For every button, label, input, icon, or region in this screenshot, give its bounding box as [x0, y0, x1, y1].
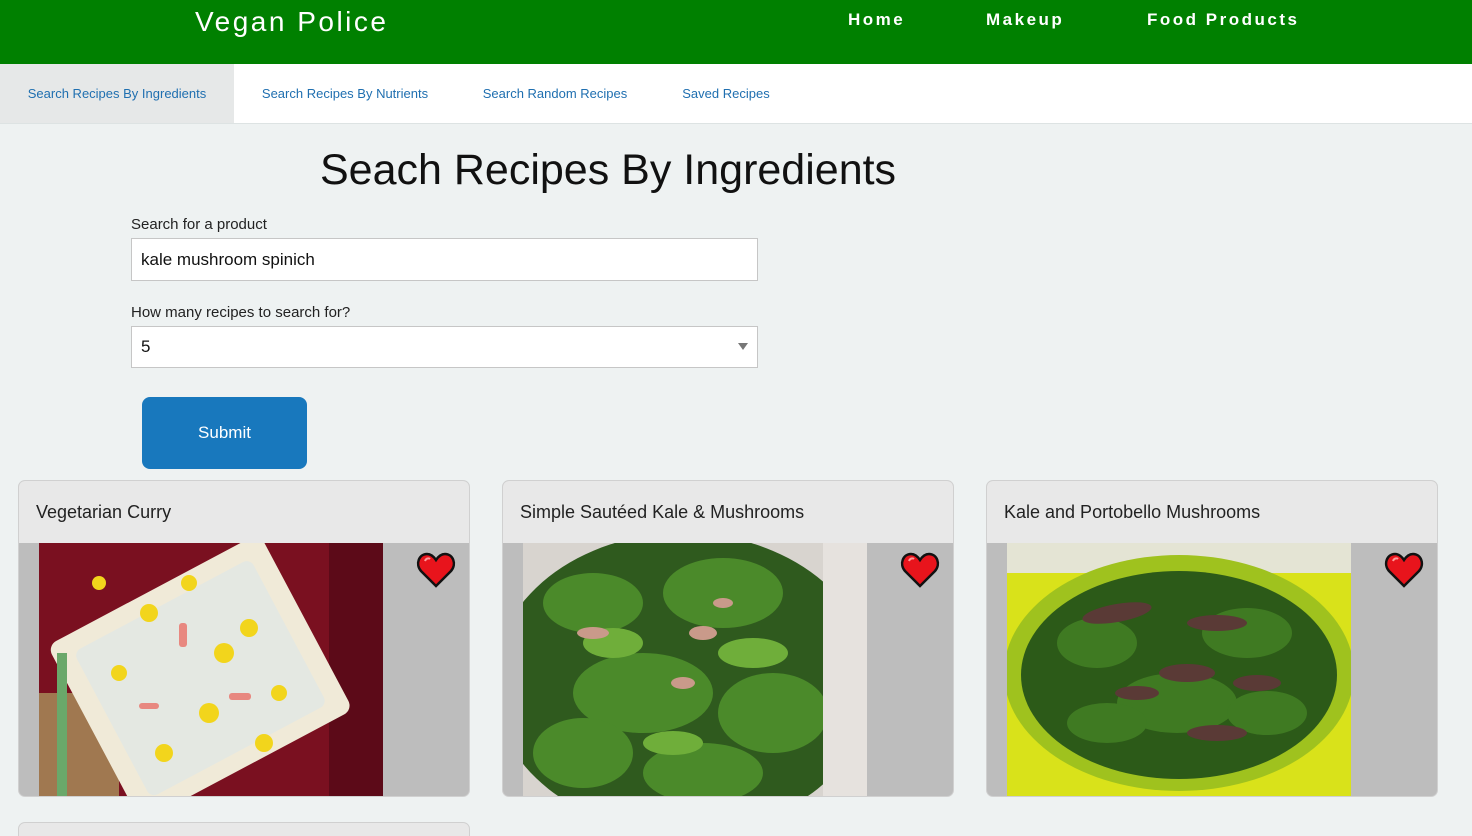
nav-home-link[interactable]: Home: [848, 10, 905, 30]
recipe-tabs: Search Recipes By Ingredients Search Rec…: [0, 64, 1472, 124]
page-title: Seach Recipes By Ingredients: [320, 146, 897, 194]
tab-search-random-recipes[interactable]: Search Random Recipes: [466, 64, 644, 123]
recipe-card-header: Vegetarian Curry: [19, 481, 469, 543]
nav-food-products-link[interactable]: Food Products: [1147, 10, 1299, 30]
top-navbar: Vegan Police Home Makeup Food Products: [0, 0, 1472, 64]
recipe-image: [523, 543, 867, 796]
recipe-image: [39, 543, 383, 796]
recipe-title: Kale and Portobello Mushrooms: [1004, 502, 1261, 522]
recipe-card: [18, 822, 470, 836]
recipe-card-header: Kale and Portobello Mushrooms: [987, 481, 1437, 543]
nav-makeup-link[interactable]: Makeup: [986, 10, 1064, 30]
recipe-count-value: 5: [141, 337, 151, 356]
submit-button[interactable]: Submit: [142, 397, 307, 469]
heart-icon[interactable]: [416, 551, 456, 589]
recipe-image: [1007, 543, 1351, 796]
tab-saved-recipes[interactable]: Saved Recipes: [670, 64, 782, 123]
recipe-title: Vegetarian Curry: [36, 502, 172, 522]
heart-icon[interactable]: [900, 551, 940, 589]
count-label: How many recipes to search for?: [131, 304, 351, 321]
tab-search-by-ingredients[interactable]: Search Recipes By Ingredients: [0, 64, 234, 123]
search-label: Search for a product: [131, 216, 267, 233]
recipe-card: Kale and Portobello Mushrooms: [986, 480, 1438, 797]
brand-logo[interactable]: Vegan Police: [195, 6, 388, 38]
recipe-card-header: Simple Sautéed Kale & Mushrooms: [503, 481, 953, 543]
heart-icon[interactable]: [1384, 551, 1424, 589]
chevron-down-icon: [738, 343, 748, 350]
recipe-title: Simple Sautéed Kale & Mushrooms: [520, 502, 805, 522]
recipe-count-select[interactable]: 5: [131, 326, 758, 368]
search-input[interactable]: [131, 238, 758, 281]
tab-search-by-nutrients[interactable]: Search Recipes By Nutrients: [246, 64, 444, 123]
recipe-card: Simple Sautéed Kale & Mushrooms: [502, 480, 954, 797]
recipe-card: Vegetarian Curry: [18, 480, 470, 797]
